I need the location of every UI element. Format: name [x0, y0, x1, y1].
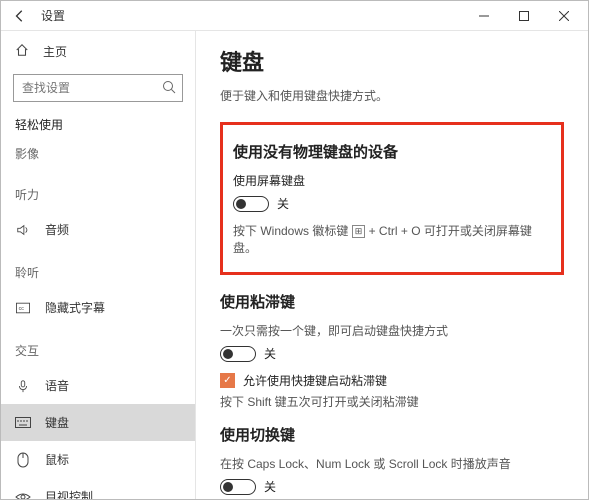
- sticky-shortcut-checkbox[interactable]: ✓: [220, 373, 235, 388]
- togglekeys-toggle[interactable]: [220, 479, 256, 495]
- sticky-toggle[interactable]: [220, 346, 256, 362]
- sidebar-item-keyboard[interactable]: 键盘: [1, 404, 195, 441]
- sidebar-item-audio[interactable]: 音频: [1, 211, 195, 248]
- sidebar-item-eye-control[interactable]: 目视控制: [1, 478, 195, 499]
- sidebar-item-captions[interactable]: cc 隐藏式字幕: [1, 289, 195, 326]
- win-key-icon: ⊞: [352, 225, 366, 238]
- sticky-desc: 一次只需按一个键，即可启动键盘快捷方式: [220, 322, 564, 339]
- home-nav[interactable]: 主页: [1, 37, 195, 66]
- title-bar: 设置: [1, 1, 588, 31]
- osk-label: 使用屏幕键盘: [233, 172, 551, 189]
- search-icon: [161, 79, 177, 98]
- back-button[interactable]: [11, 7, 29, 25]
- sidebar-item-mouse[interactable]: 鼠标: [1, 441, 195, 478]
- close-button[interactable]: [544, 2, 584, 30]
- page-title: 键盘: [220, 45, 564, 77]
- window-title: 设置: [41, 7, 65, 24]
- maximize-button[interactable]: [504, 2, 544, 30]
- sticky-chk-label: 允许使用快捷键启动粘滞键: [243, 372, 387, 389]
- sticky-state: 关: [264, 345, 276, 362]
- mouse-icon: [15, 452, 31, 468]
- togglekeys-heading: 使用切换键: [220, 424, 564, 445]
- mic-icon: [15, 379, 31, 393]
- category-label: 轻松使用: [1, 112, 195, 141]
- cc-icon: cc: [15, 302, 31, 314]
- keyboard-icon: [15, 417, 31, 429]
- svg-text:cc: cc: [19, 306, 25, 312]
- osk-toggle[interactable]: [233, 196, 269, 212]
- group-listen: 聆听: [1, 260, 195, 289]
- home-label: 主页: [43, 43, 67, 60]
- search-input[interactable]: [13, 74, 183, 102]
- page-desc: 便于键入和使用键盘快捷方式。: [220, 87, 564, 104]
- sticky-hint: 按下 Shift 键五次可打开或关闭粘滞键: [220, 393, 564, 410]
- togglekeys-desc: 在按 Caps Lock、Num Lock 或 Scroll Lock 时播放声…: [220, 455, 564, 472]
- group-hearing: 听力: [1, 182, 195, 211]
- speaker-icon: [15, 223, 31, 237]
- osk-section-highlight: 使用没有物理键盘的设备 使用屏幕键盘 关 按下 Windows 徽标键 ⊞ + …: [220, 122, 564, 275]
- eye-icon: [15, 491, 31, 500]
- group-interact: 交互: [1, 338, 195, 367]
- sticky-heading: 使用粘滞键: [220, 291, 564, 312]
- group-vision: 影像: [1, 141, 195, 170]
- minimize-button[interactable]: [464, 2, 504, 30]
- sidebar: 主页 轻松使用 影像 听力 音频 聆听 cc 隐藏式字幕: [1, 31, 196, 499]
- togglekeys-state: 关: [264, 478, 276, 495]
- osk-heading: 使用没有物理键盘的设备: [233, 141, 551, 162]
- home-icon: [15, 43, 31, 60]
- sidebar-item-speech[interactable]: 语音: [1, 367, 195, 404]
- osk-hint: 按下 Windows 徽标键 ⊞ + Ctrl + O 可打开或关闭屏幕键盘。: [233, 222, 551, 256]
- content-pane: 键盘 便于键入和使用键盘快捷方式。 使用没有物理键盘的设备 使用屏幕键盘 关 按…: [196, 31, 588, 499]
- osk-state: 关: [277, 195, 289, 212]
